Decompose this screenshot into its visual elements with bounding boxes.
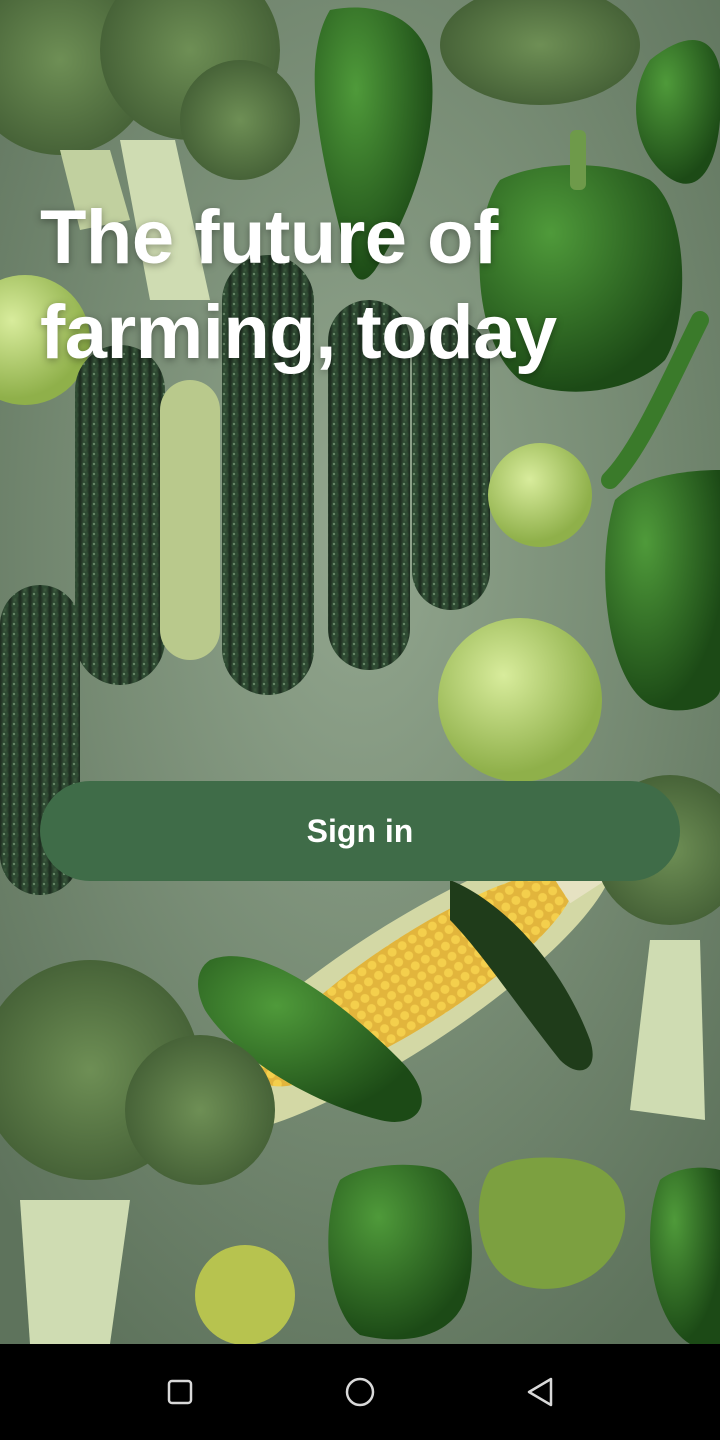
recent-apps-button[interactable] xyxy=(156,1368,204,1416)
splash-screen: The future of farming, today Sign in xyxy=(0,0,720,1344)
square-icon xyxy=(167,1379,193,1405)
system-navigation-bar xyxy=(0,1344,720,1440)
triangle-back-icon xyxy=(527,1377,553,1407)
headline: The future of farming, today xyxy=(40,195,557,375)
back-button[interactable] xyxy=(516,1368,564,1416)
sign-in-button[interactable]: Sign in xyxy=(40,781,680,881)
circle-icon xyxy=(345,1377,375,1407)
home-button[interactable] xyxy=(336,1368,384,1416)
